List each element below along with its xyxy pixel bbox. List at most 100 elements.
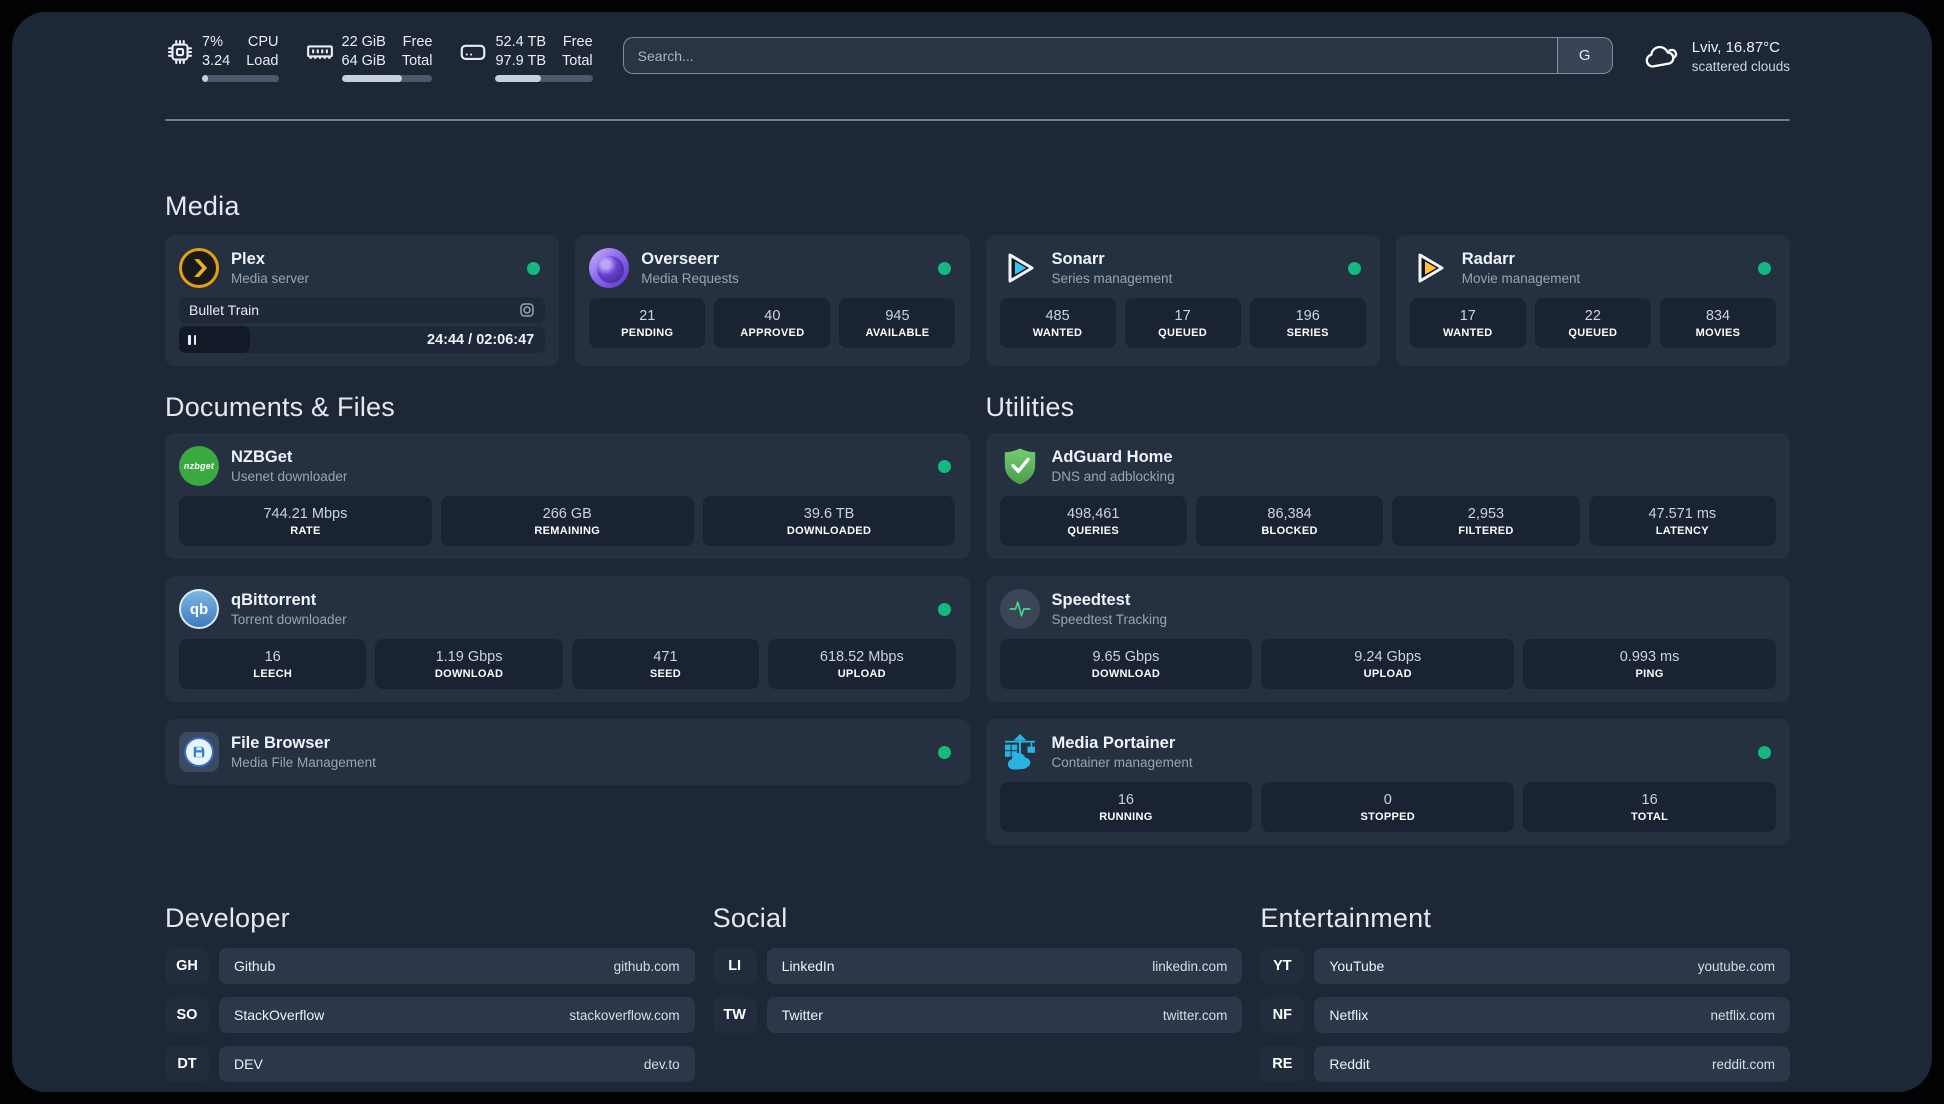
stat-box: 9.24 Gbps UPLOAD xyxy=(1261,639,1515,689)
section-title-social: Social xyxy=(712,903,788,933)
bookmark-row-netflix[interactable]: NF Netflix netflix.com xyxy=(1260,997,1790,1033)
service-title: Media Portainer xyxy=(1051,733,1176,752)
stat-box: 1.19 Gbps DOWNLOAD xyxy=(375,639,563,689)
service-card-overseerr[interactable]: Overseerr Media Requests 21 PENDING 40 APP… xyxy=(575,235,970,366)
service-card-speedtest[interactable]: Speedtest Speedtest Tracking 9.65 Gbps DO… xyxy=(985,576,1790,702)
playback-progress-bar: 24:44 / 02:06:47 xyxy=(179,326,546,353)
service-subtitle: Speedtest Tracking xyxy=(1051,612,1168,628)
now-playing-title: Bullet Train xyxy=(189,302,260,318)
resource-labels: Free Total xyxy=(562,33,593,71)
disk-icon xyxy=(461,44,486,60)
resource-values: 52.4 TB 97.9 TB xyxy=(495,33,546,71)
weather-location: Lviv, 16.87°C xyxy=(1691,39,1780,57)
service-card-sonarr[interactable]: Sonarr Series management 485 WANTED 17 QUE… xyxy=(985,235,1380,366)
section-title-documents: Documents & Files xyxy=(165,392,395,422)
bookmark-row-reddit[interactable]: RE Reddit reddit.com xyxy=(1260,1046,1790,1082)
cloud-icon xyxy=(1645,45,1677,68)
stat-box: 471 SEED xyxy=(571,639,760,689)
section-title-media: Media xyxy=(165,191,240,221)
memory-total-label: Total xyxy=(401,53,433,70)
playback-time: 24:44 / 02:06:47 xyxy=(427,331,535,348)
bookmark-abbr: NF xyxy=(1260,997,1305,1033)
bookmark-row-dev[interactable]: DT DEV dev.to xyxy=(165,1046,695,1082)
resource-values: 7% 3.24 xyxy=(202,33,230,71)
pause-icon xyxy=(188,334,197,345)
service-subtitle: Series management xyxy=(1051,271,1173,287)
memory-free-label: Free xyxy=(402,34,433,50)
stat-box: 16 RUNNING xyxy=(999,782,1253,832)
radarr-icon xyxy=(1418,253,1444,283)
bookmark-row-twitter[interactable]: TW Twitter twitter.com xyxy=(712,997,1243,1033)
bookmark-abbr: GH xyxy=(165,948,209,984)
service-card-portainer[interactable]: Media Portainer Container management 16 R… xyxy=(985,719,1790,845)
service-subtitle: Container management xyxy=(1051,755,1193,771)
media-grid: Plex Media server Bullet Train 24:44 / 0… xyxy=(165,235,1790,366)
service-card-nzbget[interactable]: nzbget NZBGet Usenet downloader 744.21 M… xyxy=(165,433,970,559)
bookmark-row-youtube[interactable]: YT YouTube youtube.com xyxy=(1260,948,1790,984)
status-dot xyxy=(937,602,951,616)
topbar: 7% 3.24 CPU Load 22 GiB 64 GiB Free Tota… xyxy=(165,33,1790,85)
resource-widget-memory: 22 GiB 64 GiB Free Total xyxy=(305,33,433,83)
bookmark-url: dev.to xyxy=(643,1056,680,1072)
stat-box: 16 TOTAL xyxy=(1523,782,1776,832)
stat-box: 2,953 FILTERED xyxy=(1392,496,1580,546)
plex-now-playing: Bullet Train 24:44 / 02:06:47 xyxy=(179,297,546,353)
nzbget-icon: nzbget xyxy=(179,446,219,486)
stat-box: 266 GB REMAINING xyxy=(440,496,694,546)
speedtest-icon xyxy=(999,589,1040,629)
stat-box: 17 WANTED xyxy=(1409,298,1526,348)
service-card-radarr[interactable]: Radarr Movie management 17 WANTED 22 QUEUE… xyxy=(1395,235,1790,366)
service-card-plex[interactable]: Plex Media server Bullet Train 24:44 / 0… xyxy=(165,235,560,366)
bookmark-row-linkedin[interactable]: LI LinkedIn linkedin.com xyxy=(712,948,1243,984)
service-subtitle: Media File Management xyxy=(231,755,376,771)
bookmark-abbr: LI xyxy=(712,948,757,984)
disk-free-value: 52.4 TB xyxy=(495,34,547,50)
weather-widget: Lviv, 16.87°C scattered clouds xyxy=(1641,36,1790,76)
status-dot xyxy=(527,261,541,275)
overseerr-icon xyxy=(589,248,630,288)
memory-free-value: 22 GiB xyxy=(341,34,386,50)
service-card-qbittorrent[interactable]: qb qBittorrent Torrent downloader 16 LEEC… xyxy=(165,576,970,702)
cpu-load-value: 3.24 xyxy=(202,53,231,70)
service-card-adguard[interactable]: AdGuard Home DNS and adblocking 498,461 Q… xyxy=(985,433,1790,559)
sonarr-icon xyxy=(1008,253,1033,283)
memory-total-value: 64 GiB xyxy=(341,53,386,70)
search-input[interactable] xyxy=(623,38,1557,73)
cpu-usage-label: CPU xyxy=(247,34,279,50)
bookmark-url: linkedin.com xyxy=(1152,958,1228,974)
stat-box: 40 APPROVED xyxy=(714,298,831,348)
bookmark-url: youtube.com xyxy=(1697,958,1775,974)
status-dot xyxy=(1758,261,1771,275)
service-title: AdGuard Home xyxy=(1051,447,1173,466)
bookmark-row-github[interactable]: GH Github github.com xyxy=(165,948,695,984)
bookmark-url: stackoverflow.com xyxy=(569,1007,680,1023)
service-title: File Browser xyxy=(231,733,331,752)
stat-box: 22 QUEUED xyxy=(1534,298,1651,348)
playback-progress-fill xyxy=(179,326,251,353)
service-subtitle: DNS and adblocking xyxy=(1051,469,1175,485)
stat-box: 485 WANTED xyxy=(999,298,1116,348)
bookmark-url: twitter.com xyxy=(1162,1007,1228,1023)
service-subtitle: Media Requests xyxy=(641,271,739,287)
stat-box: 618.52 Mbps UPLOAD xyxy=(768,639,956,689)
cpu-load-label: Load xyxy=(246,53,279,70)
memory-icon xyxy=(306,45,333,59)
bookmark-row-stackoverflow[interactable]: SO StackOverflow stackoverflow.com xyxy=(165,997,695,1033)
service-card-filebrowser[interactable]: File Browser Media File Management xyxy=(165,719,970,785)
status-dot xyxy=(1347,261,1361,275)
stat-box: 834 MOVIES xyxy=(1659,298,1776,348)
service-title: Plex xyxy=(231,249,265,268)
bookmark-abbr: TW xyxy=(712,997,757,1033)
search-provider-button[interactable]: G xyxy=(1556,38,1612,73)
status-dot xyxy=(937,745,951,759)
stat-box: 21 PENDING xyxy=(589,298,706,348)
section-title-utilities: Utilities xyxy=(985,392,1075,422)
service-title: Radarr xyxy=(1461,249,1515,268)
disk-progress-bar xyxy=(495,75,593,83)
plex-icon xyxy=(179,248,219,288)
service-title: Overseerr xyxy=(641,249,720,268)
filebrowser-icon xyxy=(179,732,219,772)
service-title: NZBGet xyxy=(231,447,293,466)
memory-progress-bar xyxy=(341,75,433,83)
status-dot xyxy=(937,459,951,473)
